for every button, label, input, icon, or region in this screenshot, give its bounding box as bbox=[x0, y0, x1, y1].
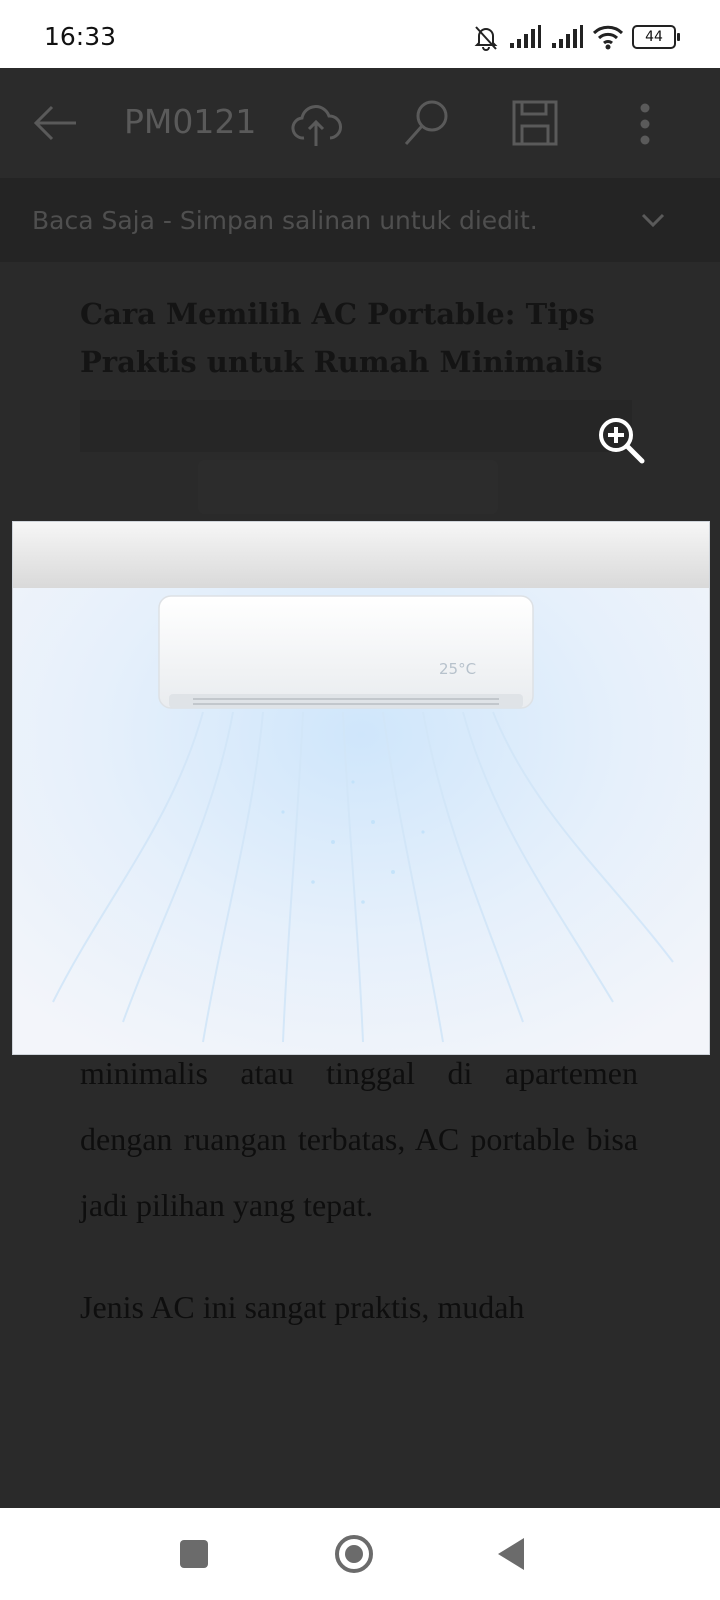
banner-text: Baca Saja - Simpan salinan untuk diedit. bbox=[32, 206, 538, 235]
search-icon[interactable] bbox=[402, 98, 452, 148]
battery-icon: 44 bbox=[632, 25, 680, 49]
signal-icon bbox=[510, 25, 541, 48]
signal-icon bbox=[552, 25, 583, 48]
app-toolbar: PM0121 bbox=[0, 68, 720, 178]
ac-illustration: 25°C bbox=[13, 522, 709, 1054]
ac-image[interactable]: 25°C bbox=[12, 521, 710, 1055]
cloud-upload-icon[interactable] bbox=[290, 102, 342, 148]
article-paragraph-1: minimalis atau tinggal di apartemen deng… bbox=[80, 1055, 638, 1223]
bell-off-icon bbox=[474, 26, 498, 51]
back-triangle-icon[interactable] bbox=[494, 1536, 528, 1572]
back-arrow-icon[interactable] bbox=[32, 100, 78, 146]
article-header: Cara Memilih AC Portable: Tips Praktis u… bbox=[80, 290, 638, 386]
image-placeholder bbox=[80, 400, 632, 452]
status-bar: 16:33 44 bbox=[0, 0, 720, 68]
ac-temperature-display: 25°C bbox=[439, 660, 476, 678]
chevron-down-icon[interactable] bbox=[640, 210, 666, 230]
wifi-icon bbox=[592, 25, 624, 50]
home-circle-icon[interactable] bbox=[334, 1534, 374, 1574]
article-paragraph-2: Jenis AC ini sangat praktis, mudah bbox=[80, 1289, 525, 1325]
recents-square-icon[interactable] bbox=[178, 1538, 210, 1570]
article-title: Cara Memilih AC Portable: Tips Praktis u… bbox=[80, 297, 603, 379]
status-time: 16:33 bbox=[44, 22, 117, 51]
system-nav-bar bbox=[0, 1508, 720, 1600]
image-ghost bbox=[198, 460, 498, 514]
read-only-banner[interactable]: Baca Saja - Simpan salinan untuk diedit. bbox=[0, 178, 720, 262]
save-icon[interactable] bbox=[512, 100, 558, 146]
document-title: PM0121 bbox=[124, 102, 257, 141]
more-vert-icon[interactable] bbox=[638, 102, 652, 146]
status-icons: 44 bbox=[472, 22, 680, 52]
zoom-in-icon[interactable] bbox=[596, 415, 646, 465]
